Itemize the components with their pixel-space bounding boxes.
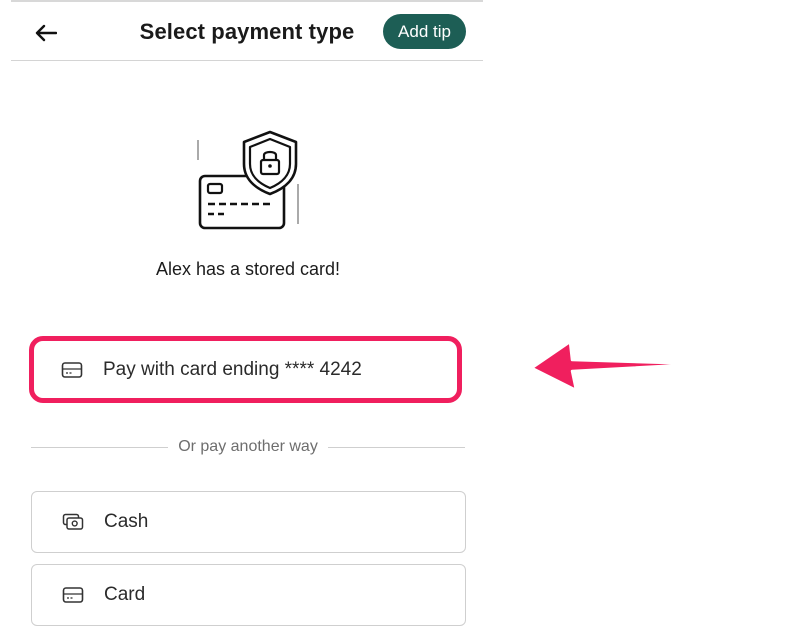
secure-card-shield-icon: [197, 130, 299, 230]
stored-card-label: Pay with card ending **** 4242: [103, 358, 362, 380]
header-bar: Select payment type Add tip: [11, 2, 483, 61]
or-divider: Or pay another way: [31, 436, 465, 458]
pointer-arrow-icon: [530, 340, 702, 392]
cash-icon: [62, 511, 84, 533]
divider-line-left: [31, 446, 169, 448]
payment-screen: Select payment type Add tip Alex has a s…: [0, 0, 797, 633]
cash-option-label: Cash: [104, 511, 149, 532]
credit-card-icon: [62, 584, 84, 606]
arrow-left-icon: [35, 24, 57, 42]
card-option-button[interactable]: Card: [31, 564, 466, 626]
add-tip-button[interactable]: Add tip: [383, 14, 466, 49]
cash-option-button[interactable]: Cash: [31, 491, 466, 553]
stored-card-message: Alex has a stored card!: [155, 259, 341, 279]
divider-line-right: [327, 446, 465, 448]
divider-text: Or pay another way: [178, 438, 318, 455]
credit-card-icon: [61, 359, 83, 381]
pay-with-stored-card-button[interactable]: Pay with card ending **** 4242: [37, 344, 454, 395]
card-option-label: Card: [104, 584, 146, 605]
back-button[interactable]: [33, 20, 59, 46]
